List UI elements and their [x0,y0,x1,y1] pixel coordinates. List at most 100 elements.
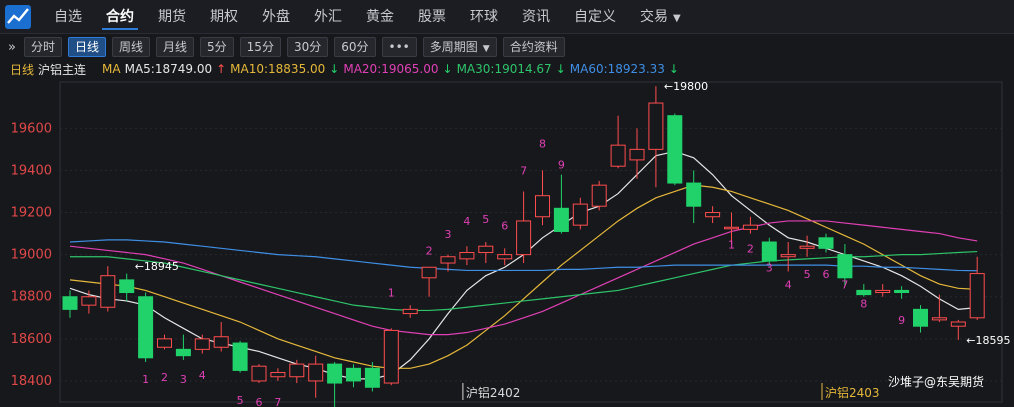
candle-down [761,241,777,262]
ma-value-3: MA30:19014.67 [456,62,552,76]
candle-down [837,254,853,279]
nav-item-label: 自定义 [574,8,616,25]
candle-up [497,254,513,260]
period-button-4[interactable]: 5分 [200,37,234,57]
collapse-icon[interactable]: » [8,40,16,55]
candle-down [175,348,191,357]
nav-item-6[interactable]: 黄金 [354,0,406,34]
nav-item-9[interactable]: 资讯 [510,0,562,34]
kline-chart[interactable]: 184001860018800190001920019400196001 2 3 45… [0,80,1014,407]
period-button-group: 分时 日线 周线 月线 5分 15分 30分 60分 [23,37,382,57]
arrow-down-icon: ↓ [442,62,453,76]
wave-count-label: 2 [426,245,433,258]
nav-item-4[interactable]: 外盘 [250,0,302,34]
multi-period-dropdown[interactable]: 多周期图 ▼ [422,37,497,57]
nav-item-8[interactable]: 环球 [458,0,510,34]
nav-item-label: 自选 [54,8,82,25]
wave-count-label: 7 [520,165,527,178]
arrow-down-icon: ↓ [555,62,566,76]
nav-item-5[interactable]: 外汇 [302,0,354,34]
instrument-name: 沪铝主连 [38,62,87,77]
candle-up [289,363,305,378]
period-button-1[interactable]: 日线 [67,37,106,57]
candle-up [459,252,475,260]
candle-up [591,184,607,207]
period-button-6[interactable]: 30分 [286,37,329,57]
candle-up [931,317,947,321]
nav-item-7[interactable]: 股票 [406,0,458,34]
period-button-5[interactable]: 15分 [239,37,281,57]
candle-down [553,207,569,232]
y-tick-label: 19400 [11,163,52,178]
candle-down [686,182,702,207]
price-annotation: ←19800 [664,80,708,93]
wave-count-label: 7 [841,278,848,291]
chevron-down-icon: ▼ [482,44,490,54]
contract-marker-label: 沪铝2403 [825,385,880,400]
ma-value-2: MA20:19065.00 [343,62,439,76]
app-logo-icon[interactable] [4,4,32,30]
wave-count-label: 4 [785,278,792,291]
chevron-down-icon: ▼ [673,12,681,24]
period-button-7[interactable]: 60分 [334,37,376,57]
candle-down [62,296,78,310]
candle-down [119,279,135,294]
nav-item-label: 合约 [106,8,134,25]
nav-item-label: 外汇 [314,8,342,25]
period-button-2[interactable]: 周线 [112,37,151,57]
y-tick-label: 19200 [11,206,52,221]
candle-up [535,195,550,218]
wave-count-label: 8 [539,137,546,150]
candle-up [950,321,966,327]
period-button-3[interactable]: 月线 [156,37,195,57]
price-annotation: ←18945 [135,260,179,273]
nav-item-3[interactable]: 期权 [198,0,250,34]
candle-up [572,203,588,226]
candle-down [138,296,154,359]
wave-count-label: 3 [766,261,773,274]
price-annotation: ←18595 [966,334,1010,347]
candle-down [667,115,683,184]
nav-item-label: 环球 [470,8,498,25]
candle-down [327,363,343,384]
candle-up [724,226,739,230]
nav-item-1[interactable]: 合约 [94,0,146,34]
wave-count-label: 5 [804,268,811,281]
y-tick-label: 18800 [11,290,52,305]
wave-count-label: 2 [747,243,754,256]
more-button[interactable]: ••• [381,37,417,57]
candle-down [346,367,361,382]
candle-up [516,220,532,256]
wave-count-label: 6 [256,396,263,407]
nav-item-label: 股票 [418,8,446,25]
candle-down [856,289,872,296]
nav-menu: 自选 合约 期货 期权 外盘 外汇 黄金 股票 环球 资讯 自定义 交易 ▼ [42,0,693,34]
nav-item-11[interactable]: 交易 ▼ [628,0,693,34]
wave-count-label: 4 [199,369,206,382]
ma-values: MA5:18749.00 ↑ MA10:18835.00 ↓ MA20:19065.00… [125,62,683,76]
ma-label: MA [102,62,121,76]
wave-count-label: 6 [823,268,830,281]
candle-up [251,365,267,382]
nav-item-10[interactable]: 自定义 [562,0,628,34]
candle-up [308,363,324,382]
ma-legend-bar: 日线 沪铝主连 MA MA5:18749.00 ↑ MA10:18835.00 ↓ MA… [0,60,1014,78]
candle-up [194,338,210,350]
candle-up [81,296,97,306]
nav-item-label: 外盘 [262,8,290,25]
wave-count-label: 7 [274,396,281,407]
period-button-0[interactable]: 分时 [23,37,62,57]
contract-info-button[interactable]: 合约资料 [502,37,565,57]
wave-count-label: 1 [142,373,149,386]
y-tick-label: 19000 [11,248,52,263]
nav-item-2[interactable]: 期货 [146,0,198,34]
nav-item-label: 交易 [640,8,668,25]
candle-up [742,224,758,230]
candle-up [799,245,815,249]
y-tick-label: 19600 [11,121,52,136]
candle-down [232,342,248,371]
nav-item-0[interactable]: 自选 [42,0,94,34]
wave-count-label: 9 [898,314,905,327]
candle-up [440,256,456,264]
nav-item-label: 资讯 [522,8,550,25]
